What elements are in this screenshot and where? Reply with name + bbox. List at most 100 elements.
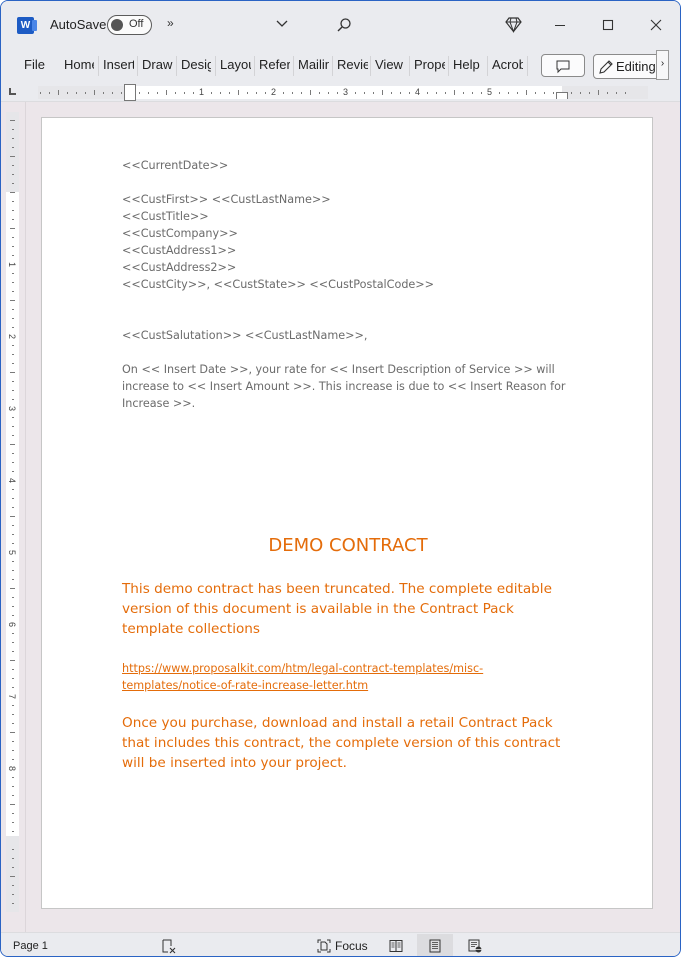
contract-template-link[interactable]: https://www.proposalkit.com/htm/legal-co… (122, 660, 562, 694)
ruler-tick (11, 453, 14, 454)
address-line[interactable]: <<CustAddress1>> (122, 242, 434, 259)
word-window: W AutoSave Off » File Home Insert Draw D… (0, 0, 681, 957)
ruler-number: 5 (7, 549, 18, 556)
ruler-tick (11, 903, 14, 904)
ruler-tick (11, 354, 14, 355)
body-paragraph[interactable]: On << Insert Date >>, your rate for << I… (122, 361, 572, 412)
status-bar: Page 1 Focus (1, 932, 680, 956)
ruler-tick (229, 91, 230, 94)
tab-layout[interactable]: Layout (220, 49, 251, 82)
ruler-number: 3 (343, 87, 349, 97)
current-date-field[interactable]: <<CurrentDate>> (122, 157, 228, 174)
ruler-tick (11, 318, 14, 319)
ruler-tick (427, 91, 428, 94)
ruler-tick (499, 91, 500, 94)
horizontal-ruler[interactable]: 1 2 3 4 5 (38, 84, 648, 101)
ruler-tick (11, 183, 14, 184)
tab-selector-icon[interactable] (9, 88, 16, 95)
ruler-number: 5 (487, 87, 493, 97)
proofing-icon[interactable] (161, 938, 177, 954)
tab-separator (409, 56, 410, 76)
ruler-tick (337, 91, 338, 94)
vertical-ruler[interactable]: 1 2 3 4 5 6 7 8 (6, 112, 19, 912)
address-line[interactable]: <<CustCity>>, <<CustState>> <<CustPostal… (122, 276, 434, 293)
ruler-tick (10, 588, 15, 589)
salutation[interactable]: <<CustSalutation>> <<CustLastName>>, (122, 327, 367, 344)
ruler-tick (292, 91, 293, 94)
tab-acrobat[interactable]: Acrobat (492, 49, 523, 82)
horizontal-ruler-area: 1 2 3 4 5 (1, 82, 680, 102)
tab-mailings[interactable]: Mailings (298, 49, 329, 82)
ruler-tick (11, 570, 14, 571)
tab-file[interactable]: File (24, 49, 46, 82)
web-layout-button[interactable] (457, 934, 493, 956)
ruler-tick (11, 381, 14, 382)
ribbon-scroll-right-button[interactable]: › (656, 50, 669, 80)
document-page[interactable]: <<CurrentDate>> <<CustFirst>> <<CustLast… (41, 117, 653, 909)
close-icon[interactable] (644, 13, 668, 37)
word-icon: W (17, 17, 37, 34)
minimize-icon[interactable] (548, 13, 572, 37)
indent-marker[interactable] (124, 84, 136, 101)
ruler-tick (121, 91, 122, 94)
title-bar: W AutoSave Off » (1, 1, 680, 49)
diamond-icon[interactable] (505, 16, 522, 33)
ruler-number: 2 (7, 333, 18, 340)
tab-home[interactable]: Home (64, 49, 94, 82)
ruler-tick (11, 858, 14, 859)
ruler-tick (445, 91, 446, 94)
ruler-tick (11, 210, 14, 211)
address-block: <<CustFirst>> <<CustLastName>> <<CustTit… (122, 191, 434, 293)
address-line[interactable]: <<CustCompany>> (122, 225, 434, 242)
tab-review[interactable]: Review (337, 49, 368, 82)
page-indicator[interactable]: Page 1 (13, 940, 48, 952)
ruler-tick (11, 147, 14, 148)
ruler-tick (11, 327, 14, 328)
ruler-number: 7 (7, 693, 18, 700)
address-line[interactable]: <<CustFirst>> <<CustLastName>> (122, 191, 434, 208)
focus-mode-button[interactable]: Focus (317, 936, 368, 956)
print-layout-button[interactable] (417, 934, 453, 956)
ruler-tick (11, 687, 14, 688)
ruler-tick (319, 91, 320, 94)
ruler-tick (391, 91, 392, 94)
toggle-knob (111, 19, 123, 31)
chevron-down-icon[interactable] (275, 16, 289, 30)
editing-mode-button[interactable]: Editing (593, 54, 663, 79)
ruler-tick (535, 91, 536, 94)
maximize-icon[interactable] (596, 13, 620, 37)
comments-button[interactable] (541, 54, 585, 77)
ruler-tick (589, 91, 590, 94)
ruler-tick (148, 91, 149, 94)
tab-separator (527, 56, 528, 76)
ruler-tick (11, 867, 14, 868)
read-mode-button[interactable] (378, 934, 414, 956)
ruler-tick (11, 138, 14, 139)
ruler-number: 6 (7, 621, 18, 628)
ruler-tick (10, 192, 15, 193)
tab-help[interactable]: Help (453, 49, 483, 82)
right-indent-marker[interactable] (556, 92, 568, 99)
ruler-tick (436, 91, 437, 94)
ruler-tick (58, 90, 59, 95)
address-line[interactable]: <<CustTitle>> (122, 208, 434, 225)
document-canvas[interactable]: <<CurrentDate>> <<CustFirst>> <<CustLast… (26, 102, 680, 932)
search-icon[interactable] (336, 17, 352, 33)
more-commands-button[interactable]: » (167, 16, 174, 30)
ruler-tick (373, 91, 374, 94)
address-line[interactable]: <<CustAddress2>> (122, 259, 434, 276)
tab-draw[interactable]: Draw (142, 49, 174, 82)
ruler-tick (508, 91, 509, 94)
ruler-number: 1 (199, 87, 205, 97)
tab-properties[interactable]: Properties (414, 49, 445, 82)
tab-references[interactable]: References (259, 49, 290, 82)
autosave-toggle[interactable]: Off (107, 15, 152, 35)
tab-separator (487, 56, 488, 76)
ruler-tick (220, 91, 221, 94)
ruler-tick (247, 91, 248, 94)
tab-view[interactable]: View (375, 49, 407, 82)
ruler-tick (400, 91, 401, 94)
tab-insert[interactable]: Insert (103, 49, 134, 82)
ruler-tick (517, 91, 518, 94)
tab-design[interactable]: Design (181, 49, 211, 82)
